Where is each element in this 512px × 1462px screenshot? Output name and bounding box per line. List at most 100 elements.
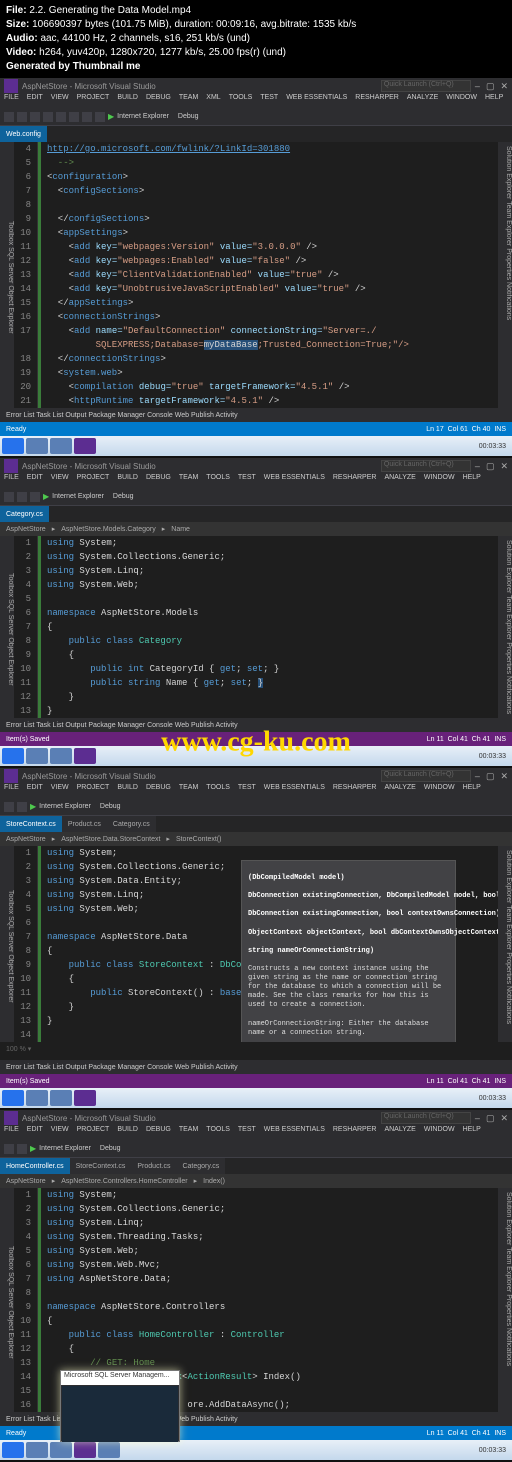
meta-file-value: 2.2. Generating the Data Model.mp4 <box>29 5 191 16</box>
right-rail[interactable]: Solution Explorer Team Explorer Properti… <box>498 536 512 718</box>
taskbar-vs[interactable] <box>74 438 96 454</box>
save-icon[interactable] <box>17 492 27 502</box>
code-area[interactable]: http://go.microsoft.com/fwlink/?LinkId=3… <box>38 142 498 408</box>
taskbar-ie[interactable] <box>26 748 48 764</box>
maximize-icon[interactable]: ▢ <box>486 81 495 92</box>
toolbar: ▶Internet Explorer Debug <box>0 108 512 126</box>
menu-tools[interactable]: TOOLS <box>225 94 257 108</box>
bc-member[interactable]: Name <box>171 526 190 533</box>
taskbar-ie[interactable] <box>26 438 48 454</box>
maximize-icon[interactable]: ▢ <box>486 771 495 782</box>
bc-project[interactable]: AspNetStore <box>6 526 46 533</box>
tab-homecontroller[interactable]: HomeController.cs <box>0 1158 70 1174</box>
menu-help[interactable]: HELP <box>481 94 507 108</box>
nav-back-icon[interactable] <box>4 112 14 122</box>
close-icon[interactable]: ✕ <box>500 461 508 472</box>
taskbar-clock: 00:03:33 <box>479 443 510 450</box>
start-button[interactable] <box>2 1442 24 1458</box>
menu-analyze[interactable]: ANALYZE <box>403 94 442 108</box>
meta-video-label: Video: <box>6 47 36 58</box>
status-ready: Ready <box>6 426 26 433</box>
play-icon[interactable]: ▶ <box>108 112 114 121</box>
config-debug[interactable]: Debug <box>178 113 199 120</box>
save-icon[interactable] <box>56 112 66 122</box>
new-icon[interactable] <box>30 112 40 122</box>
taskbar-ssms[interactable] <box>98 1442 120 1458</box>
undo-icon[interactable] <box>82 112 92 122</box>
vs-logo-icon <box>4 1111 18 1125</box>
run-browser[interactable]: Internet Explorer <box>117 113 169 120</box>
menu-build[interactable]: BUILD <box>113 94 142 108</box>
video-metadata: File: 2.2. Generating the Data Model.mp4… <box>0 0 512 78</box>
tab-category[interactable]: Category.cs <box>107 816 156 832</box>
vs-logo-icon <box>4 769 18 783</box>
right-rail[interactable]: Solution Explorer Team Explorer Properti… <box>498 142 512 408</box>
undo-icon[interactable] <box>30 492 40 502</box>
quick-launch-input[interactable]: Quick Launch (Ctrl+Q) <box>381 80 471 92</box>
minimize-icon[interactable]: – <box>475 1113 480 1124</box>
taskbar-thumbnail[interactable]: Microsoft SQL Server Managem... <box>60 1370 180 1442</box>
zoom-indicator[interactable]: 100 % ▾ <box>0 1042 512 1060</box>
status-saved: Item(s) Saved <box>6 1078 50 1085</box>
nav-fwd-icon[interactable] <box>17 112 27 122</box>
open-icon[interactable] <box>43 112 53 122</box>
menu-test[interactable]: TEST <box>256 94 282 108</box>
thumbnail-preview <box>62 1386 178 1442</box>
minimize-icon[interactable]: – <box>475 81 480 92</box>
bc-class[interactable]: AspNetStore.Models.Category <box>61 526 156 533</box>
bottom-tabs[interactable]: Error List Task List Output Package Mana… <box>0 408 512 422</box>
right-rail[interactable]: Solution Explorer Team Explorer Properti… <box>498 846 512 1042</box>
nav-back-icon[interactable] <box>4 492 14 502</box>
menu-debug[interactable]: DEBUG <box>142 94 175 108</box>
start-button[interactable] <box>2 748 24 764</box>
start-button[interactable] <box>2 438 24 454</box>
tab-product[interactable]: Product.cs <box>62 816 107 832</box>
vs-logo-icon <box>4 459 18 473</box>
taskbar-explorer[interactable] <box>50 748 72 764</box>
tab-webconfig[interactable]: Web.config <box>0 126 47 142</box>
menu-edit[interactable]: EDIT <box>23 94 47 108</box>
line-gutter: 456789101112131415161718192021 <box>14 142 38 408</box>
menu-view[interactable]: VIEW <box>47 94 73 108</box>
start-button[interactable] <box>2 1090 24 1106</box>
code-area[interactable]: using System; using System.Collections.G… <box>38 536 498 718</box>
maximize-icon[interactable]: ▢ <box>486 1113 495 1124</box>
menu-webess[interactable]: WEB ESSENTIALS <box>282 94 351 108</box>
quick-launch-input[interactable]: Quick Launch (Ctrl+Q) <box>381 460 471 472</box>
left-rail[interactable]: Toolbox SQL Server Object Explorer <box>0 536 14 718</box>
menu-resharper[interactable]: RESHARPER <box>351 94 403 108</box>
menu-xml[interactable]: XML <box>202 94 224 108</box>
taskbar-explorer[interactable] <box>50 438 72 454</box>
line-gutter: 1234567891011121314 <box>14 846 38 1042</box>
line-gutter: 12345678910111213141516 <box>14 1188 38 1412</box>
tab-category[interactable]: Category.cs <box>0 506 49 522</box>
menu-team[interactable]: TEAM <box>175 94 202 108</box>
menu-project[interactable]: PROJECT <box>73 94 114 108</box>
quick-launch-input[interactable]: Quick Launch (Ctrl+Q) <box>381 770 471 782</box>
right-rail[interactable]: Solution Explorer Team Explorer Properti… <box>498 1188 512 1412</box>
minimize-icon[interactable]: – <box>475 461 480 472</box>
maximize-icon[interactable]: ▢ <box>486 461 495 472</box>
meta-generated: Generated by Thumbnail me <box>6 61 140 72</box>
tab-storecontext[interactable]: StoreContext.cs <box>0 816 62 832</box>
left-rail[interactable]: Toolbox SQL Server Object Explorer <box>0 1188 14 1412</box>
vs-screenshot-2: AspNetStore - Microsoft Visual StudioQui… <box>0 458 512 768</box>
bottom-tabs[interactable]: Error List Task List Output Package Mana… <box>0 1060 512 1074</box>
save-all-icon[interactable] <box>69 112 79 122</box>
meta-audio-value: aac, 44100 Hz, 2 channels, s16, 251 kb/s… <box>40 33 250 44</box>
taskbar-vs[interactable] <box>74 748 96 764</box>
minimize-icon[interactable]: – <box>475 771 480 782</box>
close-icon[interactable]: ✕ <box>500 771 508 782</box>
close-icon[interactable]: ✕ <box>500 1113 508 1124</box>
left-rail[interactable]: Toolbox SQL Server Object Explorer <box>0 142 14 408</box>
menu-window[interactable]: WINDOW <box>442 94 481 108</box>
quick-launch-input[interactable]: Quick Launch (Ctrl+Q) <box>381 1112 471 1124</box>
close-icon[interactable]: ✕ <box>500 81 508 92</box>
meta-size-label: Size: <box>6 19 29 30</box>
redo-icon[interactable] <box>95 112 105 122</box>
code-area[interactable]: using System; using System.Collections.G… <box>38 846 498 1042</box>
left-rail[interactable]: Toolbox SQL Server Object Explorer <box>0 846 14 1042</box>
play-icon[interactable]: ▶ <box>43 492 49 501</box>
menu-file[interactable]: FILE <box>0 94 23 108</box>
window-title: AspNetStore - Microsoft Visual Studio <box>22 462 381 471</box>
